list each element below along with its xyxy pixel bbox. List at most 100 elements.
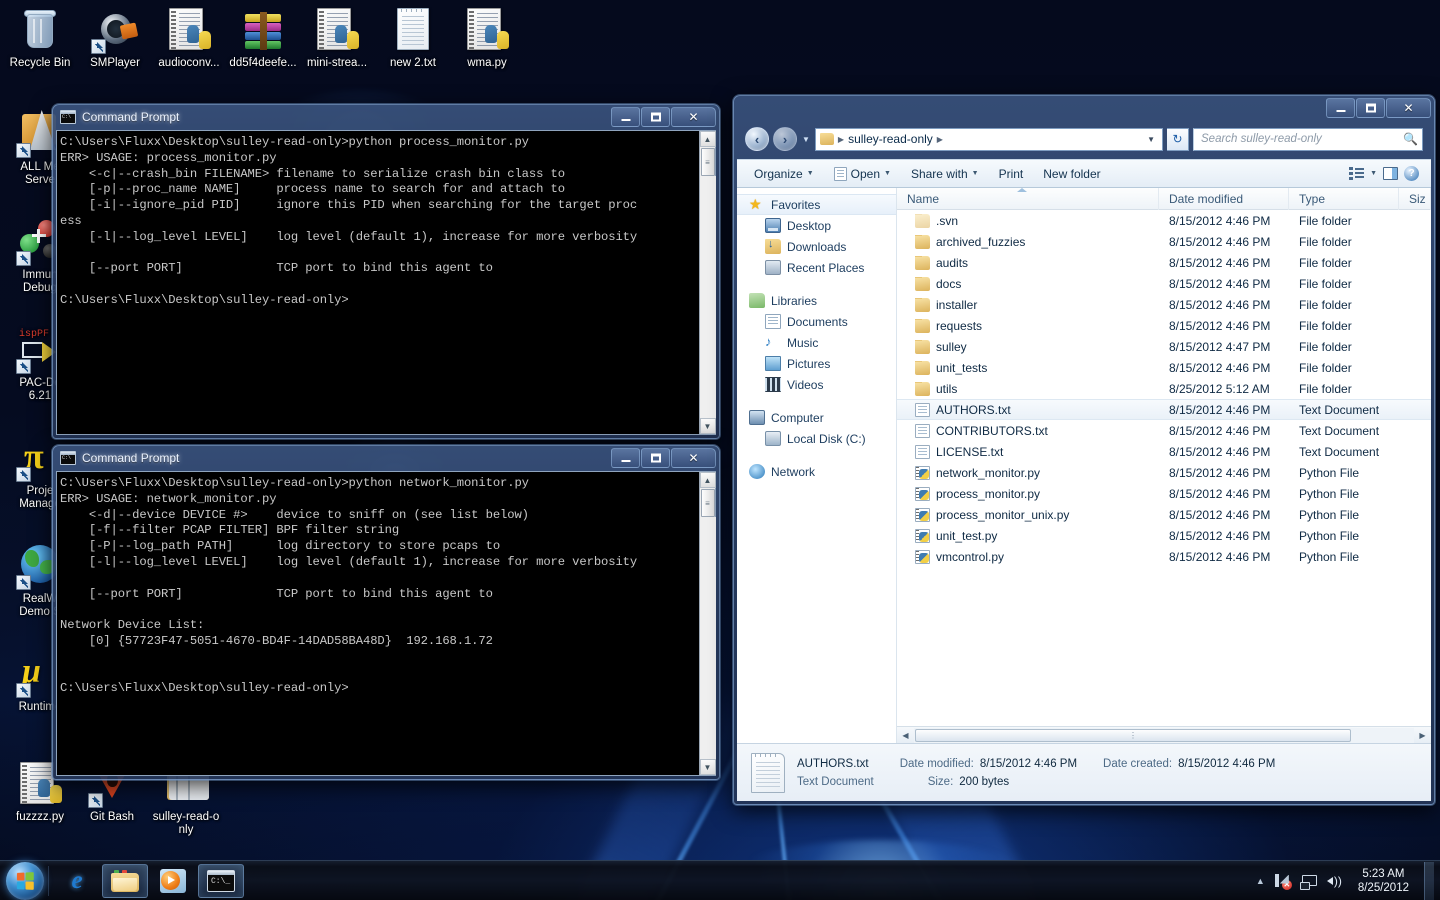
taskbar[interactable]: e ▲ ✕ 5:23 AM 8/25/2012 bbox=[0, 860, 1440, 900]
chevron-down-icon[interactable]: ▼ bbox=[1142, 135, 1160, 144]
table-row[interactable]: process_monitor.py 8/15/2012 4:46 PM Pytho… bbox=[897, 483, 1431, 504]
minimize-button[interactable] bbox=[1326, 98, 1355, 118]
column-header-name[interactable]: Name bbox=[897, 187, 1159, 210]
taskbar-button-windows-explorer[interactable] bbox=[102, 863, 148, 898]
navigation-pane[interactable]: ★ Favorites Desktop Downloads Recent Pla… bbox=[737, 188, 897, 743]
column-header-date-modified[interactable]: Date modified bbox=[1159, 187, 1289, 210]
title-bar[interactable]: ✕ bbox=[733, 95, 1435, 121]
file-name-cell[interactable]: .svn bbox=[897, 213, 1159, 228]
file-name-cell[interactable]: requests bbox=[897, 318, 1159, 333]
close-button[interactable]: ✕ bbox=[671, 107, 716, 127]
table-row[interactable]: unit_test.py 8/15/2012 4:46 PM Python File bbox=[897, 525, 1431, 546]
help-icon[interactable]: ? bbox=[1404, 166, 1419, 181]
close-button[interactable]: ✕ bbox=[671, 448, 716, 468]
table-row[interactable]: archived_fuzzies 8/15/2012 4:46 PM File fo… bbox=[897, 231, 1431, 252]
table-row[interactable]: network_monitor.py 8/15/2012 4:46 PM Pytho… bbox=[897, 462, 1431, 483]
desktop-icon-smplayer[interactable]: SMPlayer bbox=[77, 6, 153, 70]
desktop-icon-recycle-bin[interactable]: Recycle Bin bbox=[2, 6, 78, 70]
file-name-cell[interactable]: process_monitor_unix.py bbox=[897, 507, 1159, 522]
table-row[interactable]: requests 8/15/2012 4:46 PM File folder bbox=[897, 315, 1431, 336]
breadcrumb-current[interactable]: sulley-read-only bbox=[848, 132, 933, 146]
change-view-icon[interactable] bbox=[1349, 167, 1365, 180]
sidebar-item-recent-places[interactable]: Recent Places bbox=[737, 257, 896, 278]
breadcrumb-separator[interactable]: ▶ bbox=[935, 135, 945, 144]
file-name-cell[interactable]: audits bbox=[897, 255, 1159, 270]
minimize-button[interactable] bbox=[611, 107, 640, 127]
sidebar-item-favorites[interactable]: ★ Favorites bbox=[737, 194, 896, 215]
file-name-cell[interactable]: AUTHORS.txt bbox=[897, 402, 1159, 417]
table-row[interactable]: docs 8/15/2012 4:46 PM File folder bbox=[897, 273, 1431, 294]
title-bar[interactable]: Command Prompt ✕ bbox=[52, 445, 720, 471]
file-name-cell[interactable]: sulley bbox=[897, 339, 1159, 354]
show-desktop-button[interactable] bbox=[1424, 861, 1434, 900]
windows-explorer-window[interactable]: ✕ ‹ › ▼ ▶ sulley-read-only ▶ ▼ ↻ Search … bbox=[733, 95, 1435, 805]
window-controls[interactable]: ✕ bbox=[610, 448, 716, 468]
recent-pages-icon[interactable]: ▼ bbox=[801, 135, 811, 144]
column-header-size[interactable]: Siz bbox=[1399, 187, 1431, 210]
column-header-type[interactable]: Type bbox=[1289, 187, 1399, 210]
taskbar-button-internet-explorer[interactable]: e bbox=[54, 864, 100, 898]
sidebar-item-pictures[interactable]: Pictures bbox=[737, 353, 896, 374]
sidebar-item-videos[interactable]: Videos bbox=[737, 374, 896, 395]
table-row[interactable]: sulley 8/15/2012 4:47 PM File folder bbox=[897, 336, 1431, 357]
table-row[interactable]: process_monitor_unix.py 8/15/2012 4:46 PM… bbox=[897, 504, 1431, 525]
file-name-cell[interactable]: utils bbox=[897, 381, 1159, 396]
refresh-icon[interactable]: ↻ bbox=[1167, 127, 1189, 151]
new-folder-button[interactable]: New folder bbox=[1034, 163, 1109, 185]
scrollbar-track[interactable] bbox=[699, 517, 716, 759]
taskbar-button-command-prompt[interactable] bbox=[198, 863, 244, 898]
table-row[interactable]: installer 8/15/2012 4:46 PM File folder bbox=[897, 294, 1431, 315]
file-name-cell[interactable]: process_monitor.py bbox=[897, 486, 1159, 501]
table-row[interactable]: .svn 8/15/2012 4:46 PM File folder bbox=[897, 210, 1431, 231]
maximize-button[interactable] bbox=[641, 448, 670, 468]
console-scrollbar[interactable]: ▲ ≡ ▼ bbox=[699, 472, 716, 775]
file-name-cell[interactable]: archived_fuzzies bbox=[897, 234, 1159, 249]
table-row[interactable]: audits 8/15/2012 4:46 PM File folder bbox=[897, 252, 1431, 273]
console-body[interactable]: C:\Users\Fluxx\Desktop\sulley-read-only>… bbox=[56, 130, 716, 435]
address-bar[interactable]: ‹ › ▼ ▶ sulley-read-only ▶ ▼ ↻ Search su… bbox=[739, 123, 1429, 155]
table-row[interactable]: vmcontrol.py 8/15/2012 4:46 PM Python File bbox=[897, 546, 1431, 567]
sidebar-item-libraries[interactable]: Libraries bbox=[737, 290, 896, 311]
action-center-icon[interactable] bbox=[1299, 873, 1317, 890]
command-bar[interactable]: Organize ▼ Open ▼ Share with ▼ Print New… bbox=[737, 159, 1431, 188]
file-name-cell[interactable]: network_monitor.py bbox=[897, 465, 1159, 480]
network-error-icon[interactable]: ✕ bbox=[1274, 873, 1292, 890]
open-button[interactable]: Open ▼ bbox=[825, 163, 900, 185]
scrollbar-thumb[interactable]: ⋮ bbox=[915, 728, 1351, 742]
desktop-icon-mini-stream[interactable]: mini-strea... bbox=[299, 6, 375, 70]
window-controls[interactable]: ✕ bbox=[1325, 98, 1431, 118]
column-headers[interactable]: Name Date modified Type Siz bbox=[897, 187, 1431, 210]
system-tray[interactable]: ▲ ✕ 5:23 AM 8/25/2012 bbox=[1256, 861, 1440, 900]
scrollbar-thumb[interactable]: ≡ bbox=[700, 489, 715, 517]
file-name-cell[interactable]: vmcontrol.py bbox=[897, 549, 1159, 564]
back-arrow-icon[interactable]: ‹ bbox=[745, 127, 769, 151]
file-rows[interactable]: .svn 8/15/2012 4:46 PM File folder archived… bbox=[897, 210, 1431, 726]
scroll-left-button[interactable]: ◀ bbox=[897, 727, 914, 744]
file-name-cell[interactable]: installer bbox=[897, 297, 1159, 312]
file-name-cell[interactable]: unit_test.py bbox=[897, 528, 1159, 543]
scroll-down-button[interactable]: ▼ bbox=[699, 759, 716, 775]
console-scrollbar[interactable]: ▲ ≡ ▼ bbox=[699, 131, 716, 434]
horizontal-scrollbar[interactable]: ◀ ⋮ ▶ bbox=[897, 726, 1431, 743]
sidebar-item-network[interactable]: Network bbox=[737, 461, 896, 482]
scroll-up-button[interactable]: ▲ bbox=[699, 472, 716, 488]
scrollbar-track[interactable]: ⋮ bbox=[914, 727, 1414, 743]
file-name-cell[interactable]: docs bbox=[897, 276, 1159, 291]
desktop-icon-dd5f4deefe[interactable]: dd5f4deefe... bbox=[225, 6, 301, 70]
desktop-icon-wma-py[interactable]: wma.py bbox=[449, 6, 525, 70]
close-button[interactable]: ✕ bbox=[1386, 98, 1431, 118]
preview-pane-icon[interactable] bbox=[1383, 167, 1398, 180]
window-controls[interactable]: ✕ bbox=[610, 107, 716, 127]
scrollbar-track[interactable] bbox=[699, 176, 716, 418]
scrollbar-thumb[interactable]: ≡ bbox=[700, 148, 715, 176]
file-name-cell[interactable]: unit_tests bbox=[897, 360, 1159, 375]
sidebar-item-local-disk[interactable]: Local Disk (C:) bbox=[737, 428, 896, 449]
title-bar[interactable]: Command Prompt ✕ bbox=[52, 104, 720, 130]
clock[interactable]: 5:23 AM 8/25/2012 bbox=[1352, 867, 1415, 895]
sidebar-item-music[interactable]: ♪ Music bbox=[737, 332, 896, 353]
breadcrumb[interactable]: ▶ sulley-read-only ▶ ▼ bbox=[814, 127, 1163, 151]
taskbar-button-media-player[interactable] bbox=[150, 864, 196, 898]
scroll-up-button[interactable]: ▲ bbox=[699, 131, 716, 147]
command-prompt-window-1[interactable]: Command Prompt ✕ C:\Users\Fluxx\Desktop\… bbox=[52, 104, 720, 439]
print-button[interactable]: Print bbox=[990, 163, 1033, 185]
